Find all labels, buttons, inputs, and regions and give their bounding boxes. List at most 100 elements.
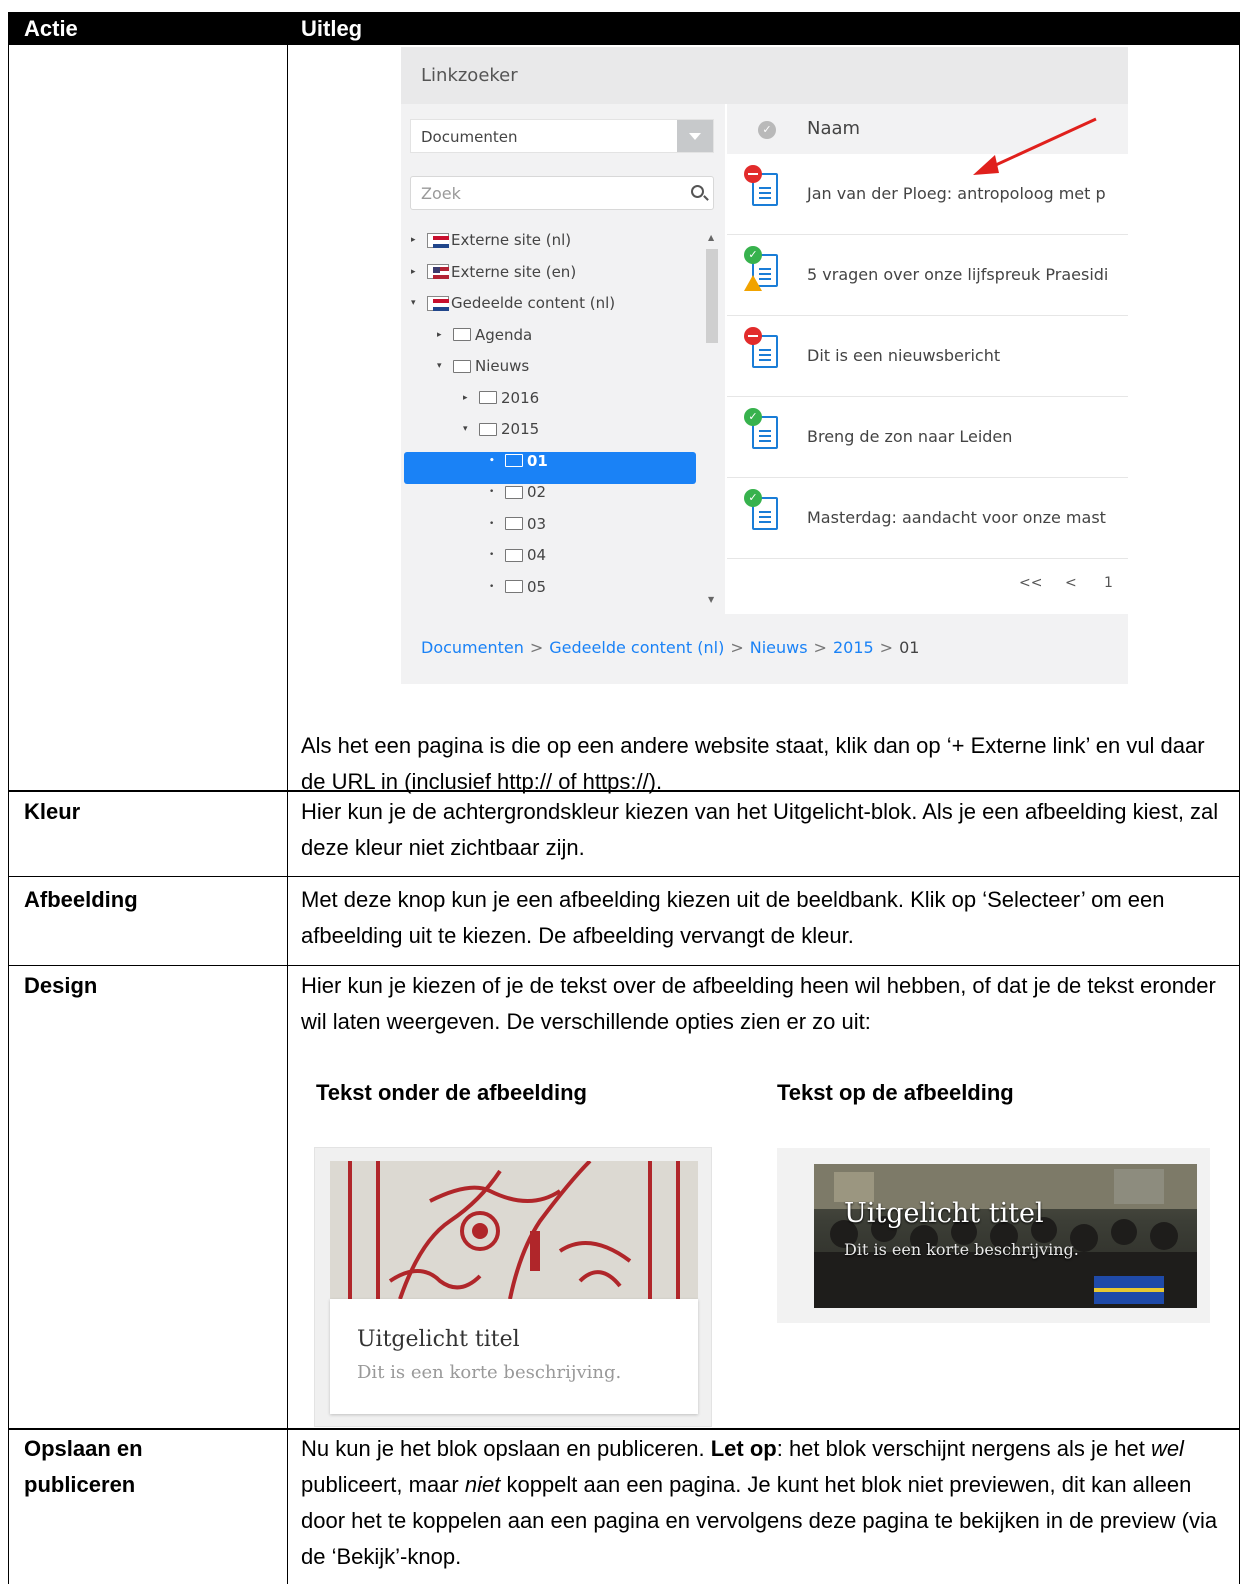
example-text-on-image: Uitgelicht titel Dit is een korte beschr… [777,1148,1210,1323]
publish-text: Nu kun je het blok opslaan en publiceren… [301,1431,1231,1575]
breadcrumb: Documenten > Gedeelde content (nl) > Nieuws >… [421,638,919,657]
document-name: Jan van der Ploeg: antropoloog met p [807,184,1106,203]
tree-node[interactable]: • 04 [489,542,546,568]
linkzoeker-title: Linkzoeker [421,65,518,86]
tree-node[interactable]: ▸ 2016 [463,385,539,411]
kleur-text: Hier kun je de achtergrondskleur kiezen … [301,799,1219,860]
publish-text-part: publiceert, maar [301,1472,465,1497]
document-name: 5 vragen over onze lijfspreuk Praesidi [807,265,1109,284]
tree-selection-highlight [404,452,696,484]
document-row[interactable]: ✓ Breng de zon naar Leiden [727,397,1128,478]
tree-node[interactable]: ▾ Nieuws [437,353,529,379]
header-actie: Actie [24,16,78,41]
red-arrow-icon [973,117,1097,175]
scrollbar-thumb[interactable] [706,249,718,343]
row-divider [8,1428,1240,1430]
table-border-left [8,12,9,1584]
scroll-up-icon[interactable]: ▲ [708,233,714,242]
folder-icon [453,328,471,341]
tree-node[interactable]: ▾ 2015 [463,416,539,442]
link-row-text: Als het een pagina is die op een andere … [301,733,1205,794]
leaf-bullet-icon[interactable]: • [489,582,499,592]
chevron-down-icon[interactable] [677,120,713,152]
prev-page-button[interactable]: < [1065,575,1077,591]
tree-node[interactable]: • 03 [489,511,546,537]
expanded-toggle-icon[interactable]: ▾ [463,424,473,434]
first-page-button[interactable]: << [1019,575,1042,591]
tree-node-label: 03 [527,514,547,533]
breadcrumb-link[interactable]: 2015 [833,638,874,657]
document-type-dropdown[interactable]: Documenten [410,119,714,153]
document-row[interactable]: Dit is een nieuwsbericht [727,316,1128,397]
collapsed-toggle-icon[interactable]: ▸ [463,393,473,403]
publish-label-line2: publiceren [24,1472,136,1497]
breadcrumb-link[interactable]: Documenten [421,638,524,657]
tree-node[interactable]: • 01 [489,448,548,474]
collapsed-toggle-icon[interactable]: ▸ [411,235,421,245]
overlay-description: Dit is een korte beschrijving. [844,1240,1079,1259]
breadcrumb-separator: > [730,638,744,657]
breadcrumb-separator: > [879,638,894,657]
publish-label-line1: Opslaan en [24,1436,143,1461]
unpublished-status-icon [744,327,762,345]
document-name: Masterdag: aandacht voor onze mast [807,508,1106,527]
select-all-check-icon[interactable]: ✓ [758,121,776,139]
table-border-right [1239,12,1240,1584]
search-placeholder: Zoek [421,184,461,203]
breadcrumb-link[interactable]: Gedeelde content (nl) [549,638,724,657]
example-text-below-image: Uitgelicht titel Dit is een korte beschr… [314,1147,712,1427]
collapsed-toggle-icon[interactable]: ▸ [437,330,447,340]
row-divider [8,876,1240,877]
document-name: Breng de zon naar Leiden [807,427,1013,446]
tree-node-label: Externe site (nl) [451,231,572,249]
page-number[interactable]: 1 [1104,575,1113,591]
document-name: Dit is een nieuwsbericht [807,346,1001,365]
leaf-bullet-icon[interactable]: • [489,487,499,497]
tree-node[interactable]: ▸ Externe site (en) [411,259,576,285]
publish-text-bold: Let op [710,1436,777,1461]
leaf-bullet-icon[interactable]: • [489,456,499,466]
published-status-icon: ✓ [744,408,762,426]
breadcrumb-separator: > [813,638,827,657]
search-icon[interactable] [691,185,704,198]
overlay-title: Uitgelicht titel [844,1198,1044,1229]
folder-open-icon [505,454,523,467]
tree-node[interactable]: • 02 [489,479,546,505]
feature-description: Dit is een korte beschrijving. [357,1362,622,1383]
table-header-row [8,12,1240,45]
published-status-icon: ✓ [744,489,762,507]
leaf-bullet-icon[interactable]: • [489,550,499,560]
flag-nl-icon [427,232,449,248]
column-name[interactable]: Naam [807,118,860,139]
design-text: Hier kun je kiezen of je de tekst over d… [301,973,1216,1034]
document-row[interactable]: ✓ Masterdag: aandacht voor onze mast [727,478,1128,559]
folder-icon [505,548,523,562]
breadcrumb-link[interactable]: Nieuws [750,638,808,657]
folder-open-icon [479,422,497,436]
expanded-toggle-icon[interactable]: ▾ [437,361,447,371]
tree-node[interactable]: ▸ Externe site (nl) [411,227,571,253]
scroll-down-icon[interactable]: ▼ [708,595,714,604]
row-divider [8,965,1240,966]
option-overlay-heading: Tekst op de afbeelding [777,1080,1014,1105]
unpublished-status-icon [744,165,762,183]
folder-open-icon [453,359,471,373]
folder-icon [479,391,497,404]
warning-icon [744,275,762,291]
collapsed-toggle-icon[interactable]: ▸ [411,267,421,277]
tree-node-label: Nieuws [475,357,530,375]
tree-node[interactable]: ▸ Agenda [437,322,532,348]
tree-node[interactable]: ▾ Gedeelde content (nl) [411,290,615,316]
flag-us-icon [427,264,449,279]
dropdown-value: Documenten [421,128,518,146]
option-below-heading: Tekst onder de afbeelding [316,1080,587,1105]
tree-node[interactable]: • 05 [489,574,546,600]
flag-nl-open-icon [427,295,449,311]
breadcrumb-current: 01 [899,638,920,657]
expanded-toggle-icon[interactable]: ▾ [411,298,421,308]
document-row[interactable]: ✓ 5 vragen over onze lijfspreuk Praesidi [727,235,1128,316]
illustration-image [330,1161,698,1299]
folder-icon [505,517,523,530]
search-input[interactable]: Zoek [410,176,714,210]
leaf-bullet-icon[interactable]: • [489,519,499,529]
